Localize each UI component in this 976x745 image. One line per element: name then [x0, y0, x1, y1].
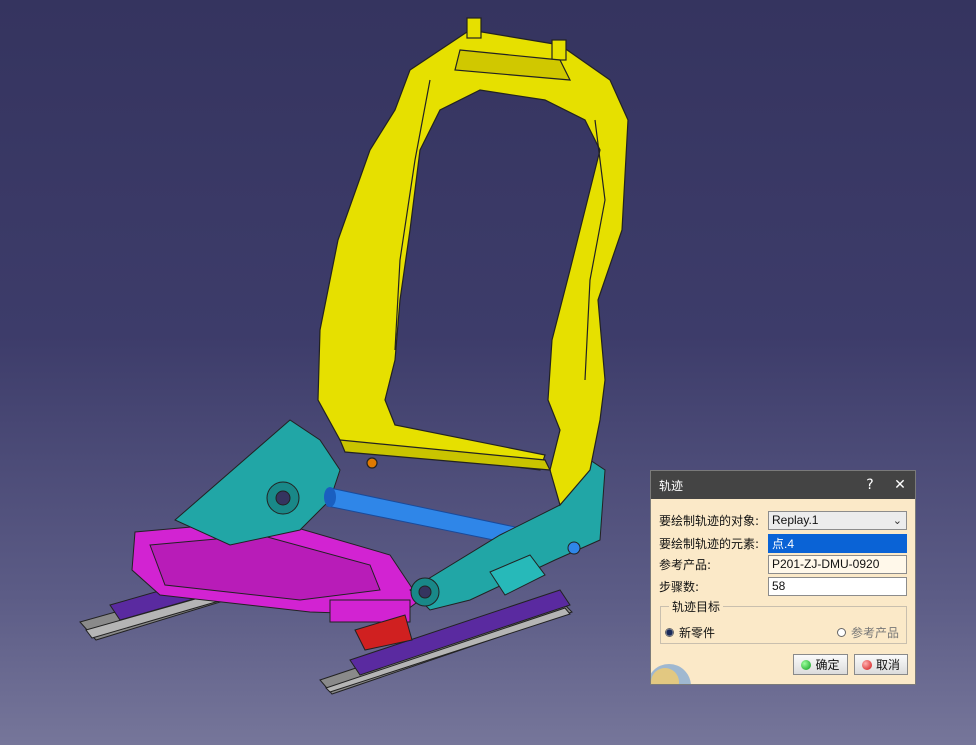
ref-row: 参考产品: P201-ZJ-DMU-0920: [659, 554, 907, 574]
torque-tube: [324, 487, 521, 546]
ok-label: 确定: [815, 658, 840, 672]
cancel-icon: [861, 659, 872, 670]
help-button[interactable]: ?: [855, 471, 885, 499]
radio-new-part-dot[interactable]: [665, 628, 674, 637]
dialog-titlebar[interactable]: 轨迹 ? ✕: [651, 471, 915, 499]
radio-ref-product[interactable]: 参考产品: [837, 624, 899, 641]
trace-dialog: 轨迹 ? ✕ 要绘制轨迹的对象: Replay.1 ⌄ 要绘制轨迹的元素: 点.…: [650, 470, 916, 685]
chevron-down-icon[interactable]: ⌄: [893, 514, 902, 527]
group-legend: 轨迹目标: [669, 598, 724, 615]
globe-icon: [651, 652, 697, 684]
ok-button[interactable]: 确定: [793, 654, 848, 675]
object-row: 要绘制轨迹的对象: Replay.1 ⌄: [659, 510, 907, 530]
steps-field[interactable]: 58: [768, 576, 907, 596]
dialog-title: 轨迹: [659, 478, 684, 493]
close-button[interactable]: ✕: [885, 471, 915, 499]
element-label: 要绘制轨迹的元素:: [659, 536, 760, 551]
trace-target-group: 轨迹目标 新零件 参考产品: [660, 598, 907, 644]
radio-new-part[interactable]: 新零件: [665, 624, 715, 641]
left-recliner: [174, 419, 341, 546]
ref-label: 参考产品:: [659, 557, 712, 572]
backrest-frame: [317, 17, 629, 507]
ok-icon: [801, 659, 812, 670]
radio-ref-product-dot[interactable]: [837, 628, 846, 637]
object-label: 要绘制轨迹的对象:: [659, 513, 760, 528]
object-select[interactable]: Replay.1 ⌄: [768, 510, 907, 530]
steps-label: 步骤数:: [659, 579, 700, 594]
element-row: 要绘制轨迹的元素: 点.4: [659, 533, 907, 553]
ref-product-field[interactable]: P201-ZJ-DMU-0920: [768, 554, 907, 574]
element-field[interactable]: 点.4: [768, 533, 907, 553]
steps-row: 步骤数: 58: [659, 576, 907, 596]
cancel-label: 取消: [875, 658, 900, 672]
cancel-button[interactable]: 取消: [854, 654, 908, 675]
object-value: Replay.1: [772, 513, 819, 527]
radio-new-part-label: 新零件: [679, 626, 716, 640]
radio-ref-product-label: 参考产品: [851, 626, 900, 640]
